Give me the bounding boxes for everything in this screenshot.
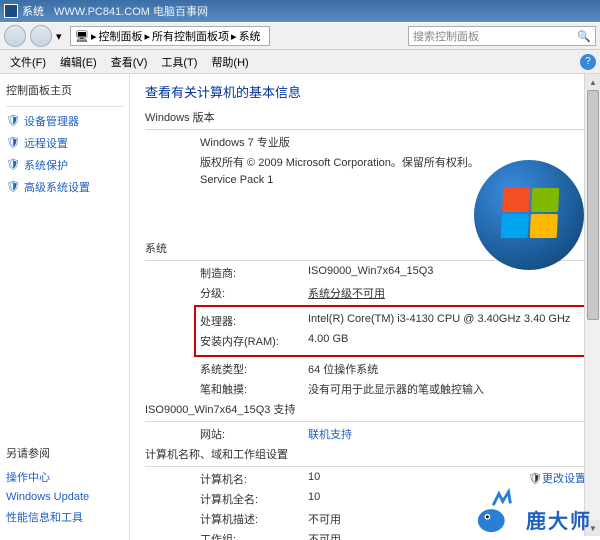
sidebar-item-label: 高级系统设置 <box>24 179 90 195</box>
online-support-link[interactable]: 联机支持 <box>308 429 352 441</box>
seealso-performance[interactable]: 性能信息和工具 <box>6 509 123 525</box>
highlight-box: 处理器: Intel(R) Core(TM) i3-4130 CPU @ 3.40… <box>194 305 586 357</box>
menu-edit[interactable]: 编辑(E) <box>54 52 103 72</box>
section-name-domain: 计算机名称、域和工作组设置 <box>145 446 586 462</box>
pen-value: 没有可用于此显示器的笔或触控输入 <box>308 381 484 397</box>
title-bar: 系统 WWW.PC841.COM 电脑百事网 <box>0 0 600 22</box>
scroll-up-arrow[interactable]: ▲ <box>585 74 600 90</box>
cpu-label: 处理器: <box>200 313 300 329</box>
ludashi-watermark: 鹿大师 <box>474 488 592 534</box>
search-icon: 🔍 <box>577 30 591 43</box>
search-input[interactable]: 搜索控制面板 🔍 <box>408 26 596 46</box>
see-also-header: 另请参阅 <box>6 445 123 461</box>
sidebar-item-label: 系统保护 <box>24 157 68 173</box>
window-title: 系统 <box>22 3 44 19</box>
brand-name: 鹿大师 <box>526 505 592 534</box>
sidebar-item-label: 设备管理器 <box>24 113 79 129</box>
app-icon <box>4 4 18 18</box>
mascot-icon <box>474 488 520 534</box>
change-settings-label: 更改设置 <box>542 473 586 485</box>
fname-value: 10 <box>308 491 320 507</box>
crumb-seg[interactable]: 控制面板 <box>99 28 143 44</box>
crumb-seg[interactable]: 系统 <box>239 28 261 44</box>
shield-icon: 🛡 <box>528 472 542 486</box>
sidebar-item-remote[interactable]: 🛡 远程设置 <box>6 135 123 151</box>
cname-label: 计算机名: <box>200 471 300 487</box>
servicepack-value: Service Pack 1 <box>200 174 273 186</box>
sidebar: 控制面板主页 🛡 设备管理器 🛡 远程设置 🛡 系统保护 🛡 高级系统设置 另请参阅 操… <box>0 74 130 540</box>
menu-view[interactable]: 查看(V) <box>105 52 154 72</box>
menu-tools[interactable]: 工具(T) <box>155 52 203 72</box>
crumb-seg[interactable]: 所有控制面板项 <box>152 28 229 44</box>
watermark-text: WWW.PC841.COM 电脑百事网 <box>54 3 208 19</box>
desc-label: 计算机描述: <box>200 511 300 527</box>
history-dropdown[interactable]: ▾ <box>56 30 66 43</box>
copyright-value: 版权所有 © 2009 Microsoft Corporation。保留所有权利… <box>200 154 479 170</box>
nav-toolbar: ▾ 🖥 ▸控制面板 ▸所有控制面板项 ▸系统 搜索控制面板 🔍 <box>0 22 600 50</box>
wg-label: 工作组: <box>200 531 300 540</box>
sidebar-item-label: 操作中心 <box>6 469 50 485</box>
rating-value: 系统分级不可用 <box>308 285 385 301</box>
site-label: 网站: <box>200 426 300 442</box>
sidebar-item-label: 远程设置 <box>24 135 68 151</box>
shield-icon: 🛡 <box>6 114 20 128</box>
vertical-scrollbar[interactable]: ▲ ▼ <box>584 74 600 536</box>
cpu-value: Intel(R) Core(TM) i3-4130 CPU @ 3.40GHz … <box>308 313 570 329</box>
forward-button[interactable] <box>30 25 52 47</box>
seealso-windows-update[interactable]: Windows Update <box>6 491 123 503</box>
sidebar-item-label: 性能信息和工具 <box>6 509 83 525</box>
rating-label: 分级: <box>200 285 300 301</box>
back-button[interactable] <box>4 25 26 47</box>
fname-label: 计算机全名: <box>200 491 300 507</box>
change-settings-link[interactable]: 🛡更改设置 <box>528 470 586 486</box>
shield-icon: 🛡 <box>6 136 20 150</box>
seealso-action-center[interactable]: 操作中心 <box>6 469 123 485</box>
help-icon[interactable]: ? <box>580 54 596 70</box>
computer-icon: 🖥 <box>75 30 89 43</box>
main-content: 查看有关计算机的基本信息 Windows 版本 Windows 7 专业版 版权… <box>130 74 600 540</box>
shield-icon: 🛡 <box>6 180 20 194</box>
ram-label: 安装内存(RAM): <box>200 333 300 349</box>
windows-logo <box>474 160 584 270</box>
page-title: 查看有关计算机的基本信息 <box>145 82 586 101</box>
menu-help[interactable]: 帮助(H) <box>205 52 254 72</box>
ram-value: 4.00 GB <box>308 333 348 349</box>
sidebar-item-label: Windows Update <box>6 491 89 503</box>
section-support: ISO9000_Win7x64_15Q3 支持 <box>145 401 586 417</box>
desc-value: 不可用 <box>308 511 341 527</box>
sidebar-item-protection[interactable]: 🛡 系统保护 <box>6 157 123 173</box>
mfr-label: 制造商: <box>200 265 300 281</box>
menu-file[interactable]: 文件(F) <box>4 52 52 72</box>
cname-value: 10 <box>308 471 320 487</box>
breadcrumb[interactable]: 🖥 ▸控制面板 ▸所有控制面板项 ▸系统 <box>70 26 270 46</box>
sidebar-header[interactable]: 控制面板主页 <box>6 82 123 98</box>
systype-label: 系统类型: <box>200 361 300 377</box>
scroll-thumb[interactable] <box>587 90 599 320</box>
section-windows-edition: Windows 版本 <box>145 109 586 125</box>
wg-value: 不可用 <box>308 531 341 540</box>
pen-label: 笔和触摸: <box>200 381 300 397</box>
mfr-value: ISO9000_Win7x64_15Q3 <box>308 265 433 281</box>
edition-value: Windows 7 专业版 <box>200 134 290 150</box>
shield-icon: 🛡 <box>6 158 20 172</box>
systype-value: 64 位操作系统 <box>308 361 378 377</box>
search-placeholder: 搜索控制面板 <box>413 28 479 44</box>
sidebar-item-advanced[interactable]: 🛡 高级系统设置 <box>6 179 123 195</box>
menu-bar: 文件(F) 编辑(E) 查看(V) 工具(T) 帮助(H) ? <box>0 50 600 74</box>
sidebar-item-device-manager[interactable]: 🛡 设备管理器 <box>6 113 123 129</box>
